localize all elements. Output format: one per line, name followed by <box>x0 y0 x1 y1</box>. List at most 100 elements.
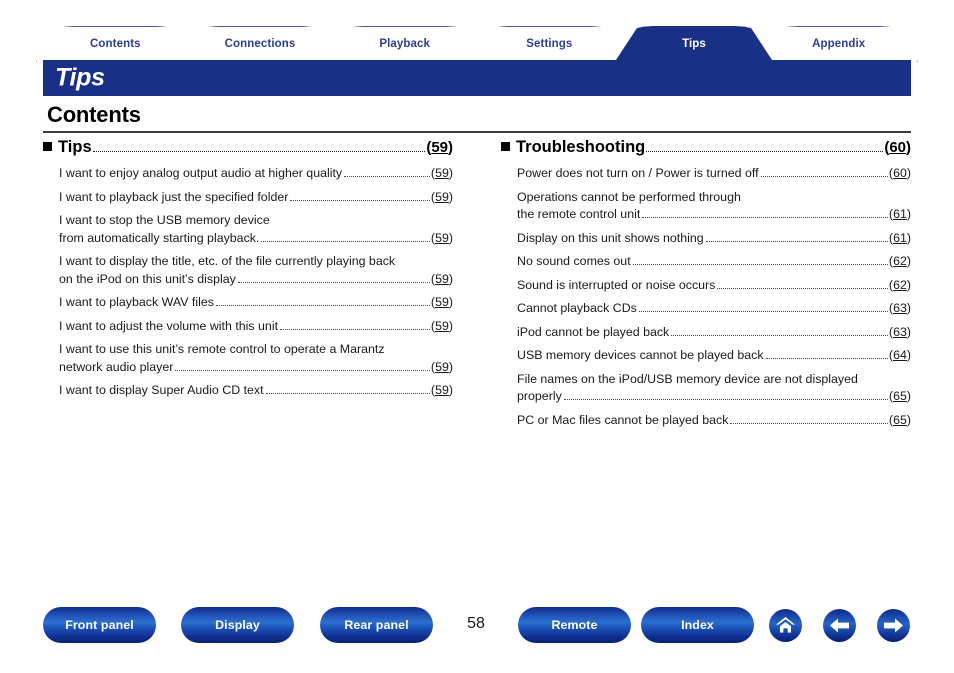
arrow-right-icon <box>883 617 904 634</box>
toc-entry-text: I want to playback WAV files <box>59 295 214 309</box>
leader-dots <box>646 151 884 152</box>
button-label: Rear panel <box>344 618 409 632</box>
leader-dots <box>717 287 888 289</box>
footer-button-display[interactable]: Display <box>181 607 294 643</box>
toc-entry-text: I want to adjust the volume with this un… <box>59 318 279 333</box>
toc-entry[interactable]: Sound is interrupted or noise occurs (62) <box>501 277 911 295</box>
toc-entry[interactable]: PC or Mac files cannot be played back (65… <box>501 412 911 430</box>
toc-entry[interactable]: I want to playback WAV files (59) <box>43 294 453 312</box>
page-number[interactable]: 59 <box>435 295 449 309</box>
page-number[interactable]: 59 <box>435 272 449 286</box>
toc-group-header-troubleshooting[interactable]: Troubleshooting (60) <box>501 138 911 157</box>
leader-dots <box>290 199 430 201</box>
tab-connections[interactable]: Connections <box>180 26 340 62</box>
toc-entry[interactable]: I want to playback just the specified fo… <box>43 189 453 207</box>
forward-button[interactable] <box>877 609 910 642</box>
tab-label: Contents <box>90 37 141 50</box>
page-ref: (60) <box>888 166 911 180</box>
tab-bar: Contents Connections Playback Settings T… <box>36 26 919 62</box>
leader-dots <box>563 399 888 400</box>
page-number[interactable]: 62 <box>893 278 907 292</box>
toc-entry[interactable]: USB memory devices cannot be played back… <box>501 347 911 365</box>
toc-entry-line: I want to display the title, etc. of the… <box>59 254 396 268</box>
page-number[interactable]: 59 <box>435 319 449 333</box>
toc-entry[interactable]: Display on this unit shows nothing (61) <box>501 230 911 248</box>
page-ref: (59) <box>430 318 453 333</box>
leader-dots <box>705 240 888 242</box>
toc-entry[interactable]: No sound comes out (62) <box>501 253 911 271</box>
page-number[interactable]: 59 <box>435 383 449 397</box>
toc-entry[interactable]: I want to adjust the volume with this un… <box>43 318 453 336</box>
square-bullet-icon <box>43 142 52 151</box>
leader-dots <box>730 422 888 424</box>
page-number[interactable]: 63 <box>893 301 907 315</box>
tab-settings[interactable]: Settings <box>470 26 629 62</box>
page-number[interactable]: 59 <box>431 139 448 156</box>
leader-dots <box>642 217 888 218</box>
page-ref: (61) <box>888 207 911 221</box>
footer-button-front-panel[interactable]: Front panel <box>43 607 156 643</box>
page-number[interactable]: 65 <box>893 389 907 403</box>
toc-entry[interactable]: I want to use this unit’s remote control… <box>43 341 453 376</box>
square-bullet-icon <box>501 142 510 151</box>
page-number[interactable]: 61 <box>893 207 907 221</box>
leader-dots <box>175 369 430 371</box>
home-button[interactable] <box>769 609 802 642</box>
toc-entry[interactable]: I want to display Super Audio CD text (5… <box>43 382 453 400</box>
leader-dots <box>215 305 430 306</box>
toc-group-header-tips[interactable]: Tips (59) <box>43 138 453 157</box>
toc-entry[interactable]: I want to enjoy analog output audio at h… <box>43 165 453 183</box>
toc-entry-text: Sound is interrupted or noise occurs <box>517 277 716 292</box>
toc-entry[interactable]: I want to stop the USB memory device from… <box>43 212 453 247</box>
leader-dots <box>265 393 430 394</box>
page-ref: (63) <box>888 301 911 315</box>
page-number[interactable]: 61 <box>893 231 907 245</box>
leader-dots <box>765 358 888 359</box>
page-number[interactable]: 62 <box>893 254 907 268</box>
footer-button-index[interactable]: Index <box>641 607 754 643</box>
toc-entry-text: properly <box>517 389 562 403</box>
toc-entry[interactable]: iPod cannot be played back (63) <box>501 324 911 342</box>
page-ref: (64) <box>888 348 911 362</box>
toc-entry[interactable]: I want to display the title, etc. of the… <box>43 253 453 288</box>
tab-label: Playback <box>379 37 431 50</box>
back-button[interactable] <box>823 609 856 642</box>
home-icon <box>775 616 796 635</box>
page-title-band: Tips <box>43 60 911 96</box>
page-number[interactable]: 64 <box>893 348 907 362</box>
button-label: Remote <box>551 618 598 632</box>
toc-entry-text: the remote control unit <box>517 207 641 221</box>
page-number[interactable]: 60 <box>893 166 907 180</box>
group-label: Tips <box>58 138 92 156</box>
toc-entry[interactable]: Power does not turn on / Power is turned… <box>501 165 911 183</box>
button-label: Front panel <box>65 618 134 632</box>
page-number[interactable]: 65 <box>893 413 907 427</box>
toc-entry-line: I want to use this unit’s remote control… <box>59 342 385 356</box>
toc-columns: Tips (59) I want to enjoy analog output … <box>43 138 911 435</box>
page-number[interactable]: 59 <box>435 190 449 204</box>
toc-column-right: Troubleshooting (60) Power does not turn… <box>501 138 911 435</box>
toc-entry-text: from automatically starting playback. <box>59 230 260 245</box>
tab-contents[interactable]: Contents <box>36 26 195 62</box>
page-number[interactable]: 59 <box>435 166 449 180</box>
toc-entry[interactable]: Operations cannot be performed through th… <box>501 189 911 224</box>
footer-button-remote[interactable]: Remote <box>518 607 631 643</box>
page-number[interactable]: 59 <box>435 231 449 245</box>
toc-entry[interactable]: Cannot playback CDs (63) <box>501 300 911 318</box>
toc-entry-line: Operations cannot be performed through <box>517 189 741 204</box>
button-label: Index <box>681 618 714 632</box>
toc-column-left: Tips (59) I want to enjoy analog output … <box>43 138 453 435</box>
footer-bar: Front panel Display Rear panel 58 Remote… <box>0 607 954 649</box>
page-number[interactable]: 59 <box>435 360 449 374</box>
toc-entry[interactable]: File names on the iPod/USB memory device… <box>501 371 911 406</box>
footer-page-number: 58 <box>467 615 485 632</box>
footer-button-rear-panel[interactable]: Rear panel <box>320 607 433 643</box>
page-number[interactable]: 60 <box>889 139 906 156</box>
tab-tips[interactable]: Tips <box>614 26 774 62</box>
page-number[interactable]: 63 <box>893 325 907 339</box>
manual-page: Contents Connections Playback Settings T… <box>0 0 954 673</box>
tab-label: Tips <box>682 37 706 50</box>
tab-appendix[interactable]: Appendix <box>759 26 919 62</box>
tab-playback[interactable]: Playback <box>325 26 485 62</box>
leader-dots <box>344 176 430 177</box>
